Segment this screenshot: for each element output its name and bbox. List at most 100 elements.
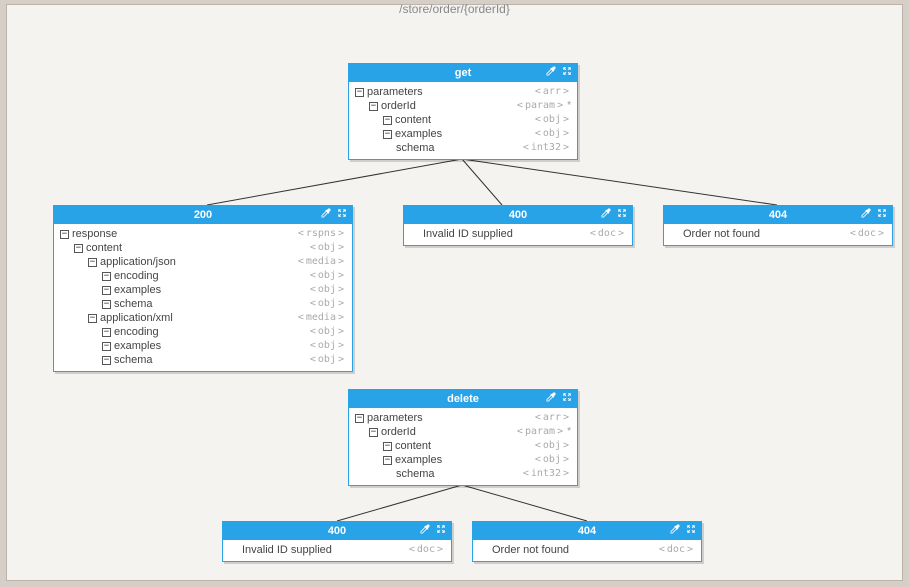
node-get[interactable]: get−parameters<arr>−orderId<param>*−cont…	[348, 63, 578, 160]
expand-icon[interactable]	[561, 391, 573, 403]
collapse-toggle-icon[interactable]: −	[383, 116, 392, 125]
expand-icon[interactable]	[435, 523, 447, 535]
row-type: <param>	[515, 99, 565, 113]
row-type: <obj>	[308, 283, 346, 297]
collapse-toggle-icon[interactable]: −	[102, 272, 111, 281]
collapse-toggle-icon[interactable]: −	[355, 414, 364, 423]
row-type: <doc>	[407, 543, 445, 557]
tree-row[interactable]: −schema<obj>	[60, 297, 346, 311]
node-header[interactable]: 200	[54, 206, 352, 224]
collapse-toggle-icon[interactable]: −	[383, 456, 392, 465]
tree-row[interactable]: −content <obj>	[60, 241, 346, 255]
node-header[interactable]: 400	[223, 522, 451, 540]
tree-row[interactable]: −application/xml<media>	[60, 311, 346, 325]
eyedropper-icon[interactable]	[669, 523, 681, 535]
expand-icon[interactable]	[336, 207, 348, 219]
expand-icon[interactable]	[876, 207, 888, 219]
tree-row[interactable]: −application/json<media>	[60, 255, 346, 269]
collapse-toggle-icon[interactable]: −	[102, 328, 111, 337]
tree-row[interactable]: schema<int32>	[355, 467, 571, 481]
node-response-404-get[interactable]: 404 Order not found<doc>	[663, 205, 893, 246]
tree-row[interactable]: Order not found<doc>	[670, 227, 886, 241]
node-body: Invalid ID supplied<doc>	[404, 224, 632, 245]
row-label: examples	[395, 453, 442, 467]
tree-row[interactable]: schema<int32>	[355, 141, 571, 155]
tree-row[interactable]: Invalid ID supplied <doc>	[229, 543, 445, 557]
row-type: <media>	[296, 255, 346, 269]
row-label: encoding	[114, 269, 159, 283]
row-label: content	[395, 113, 431, 127]
row-type: <obj>	[308, 241, 346, 255]
tree-row[interactable]: −response<rspns>	[60, 227, 346, 241]
eyedropper-icon[interactable]	[419, 523, 431, 535]
tree-row[interactable]: −orderId<param>*	[355, 425, 571, 439]
node-header[interactable]: get	[349, 64, 577, 82]
node-header[interactable]: 400	[404, 206, 632, 224]
tree-row[interactable]: −examples <obj>	[60, 283, 346, 297]
collapse-toggle-icon[interactable]: −	[369, 102, 378, 111]
node-header[interactable]: delete	[349, 390, 577, 408]
node-response-400-delete[interactable]: 400 Invalid ID supplied <doc>	[222, 521, 452, 562]
node-title: get	[455, 67, 472, 79]
row-label: schema	[114, 297, 153, 311]
tree-row[interactable]: −content<obj>	[355, 439, 571, 453]
row-label: examples	[114, 283, 161, 297]
node-response-400-get[interactable]: 400 Invalid ID supplied<doc>	[403, 205, 633, 246]
collapse-toggle-icon[interactable]: −	[102, 356, 111, 365]
tree-row[interactable]: −schema<obj>	[60, 353, 346, 367]
collapse-toggle-icon[interactable]: −	[355, 88, 364, 97]
eyedropper-icon[interactable]	[600, 207, 612, 219]
tree-row[interactable]: −orderId<param>*	[355, 99, 571, 113]
node-header[interactable]: 404	[664, 206, 892, 224]
tree-row[interactable]: −examples <obj>	[355, 453, 571, 467]
row-type: <obj>	[533, 439, 571, 453]
tree-row[interactable]: −encoding<obj>	[60, 325, 346, 339]
tree-row[interactable]: −parameters<arr>	[355, 85, 571, 99]
tree-row[interactable]: −examples<obj>	[60, 339, 346, 353]
node-body: Invalid ID supplied <doc>	[223, 540, 451, 561]
tree-row[interactable]: −examples<obj>	[355, 127, 571, 141]
row-label: parameters	[367, 411, 423, 425]
tree-row[interactable]: −encoding<obj>	[60, 269, 346, 283]
collapse-toggle-icon[interactable]: −	[383, 130, 392, 139]
row-type: <int32>	[521, 141, 571, 155]
collapse-toggle-icon[interactable]: −	[102, 342, 111, 351]
row-type: <obj>	[533, 113, 571, 127]
collapse-toggle-icon[interactable]: −	[369, 428, 378, 437]
eyedropper-icon[interactable]	[320, 207, 332, 219]
row-label: application/xml	[100, 311, 173, 325]
collapse-toggle-icon[interactable]: −	[383, 442, 392, 451]
collapse-toggle-icon[interactable]: −	[60, 230, 69, 239]
row-label: examples	[395, 127, 442, 141]
collapse-toggle-icon[interactable]: −	[88, 314, 97, 323]
node-title: delete	[447, 393, 479, 405]
row-label: schema	[114, 353, 153, 367]
tree-row[interactable]: Order not found<doc>	[479, 543, 695, 557]
node-response-404-delete[interactable]: 404 Order not found<doc>	[472, 521, 702, 562]
row-type: <obj>	[308, 325, 346, 339]
row-type: <doc>	[848, 227, 886, 241]
row-label: content	[86, 241, 122, 255]
row-label: orderId	[381, 99, 416, 113]
eyedropper-icon[interactable]	[545, 65, 557, 77]
tree-row[interactable]: −content <obj>	[355, 113, 571, 127]
collapse-toggle-icon[interactable]: −	[102, 286, 111, 295]
row-type: <obj>	[533, 453, 571, 467]
collapse-toggle-icon[interactable]: −	[102, 300, 111, 309]
node-header[interactable]: 404	[473, 522, 701, 540]
collapse-toggle-icon[interactable]: −	[74, 244, 83, 253]
row-label: Invalid ID supplied	[242, 543, 332, 557]
node-response-200[interactable]: 200−response<rspns>−content<obj>−applica…	[53, 205, 353, 372]
expand-icon[interactable]	[616, 207, 628, 219]
tree-row[interactable]: −parameters<arr>	[355, 411, 571, 425]
tree-row[interactable]: Invalid ID supplied<doc>	[410, 227, 626, 241]
expand-icon[interactable]	[685, 523, 697, 535]
row-type: <obj>	[308, 339, 346, 353]
eyedropper-icon[interactable]	[860, 207, 872, 219]
collapse-toggle-icon[interactable]: −	[88, 258, 97, 267]
expand-icon[interactable]	[561, 65, 573, 77]
row-label: orderId	[381, 425, 416, 439]
eyedropper-icon[interactable]	[545, 391, 557, 403]
node-delete[interactable]: delete−parameters<arr>−orderId<param>*−c…	[348, 389, 578, 486]
row-type: <param>	[515, 425, 565, 439]
